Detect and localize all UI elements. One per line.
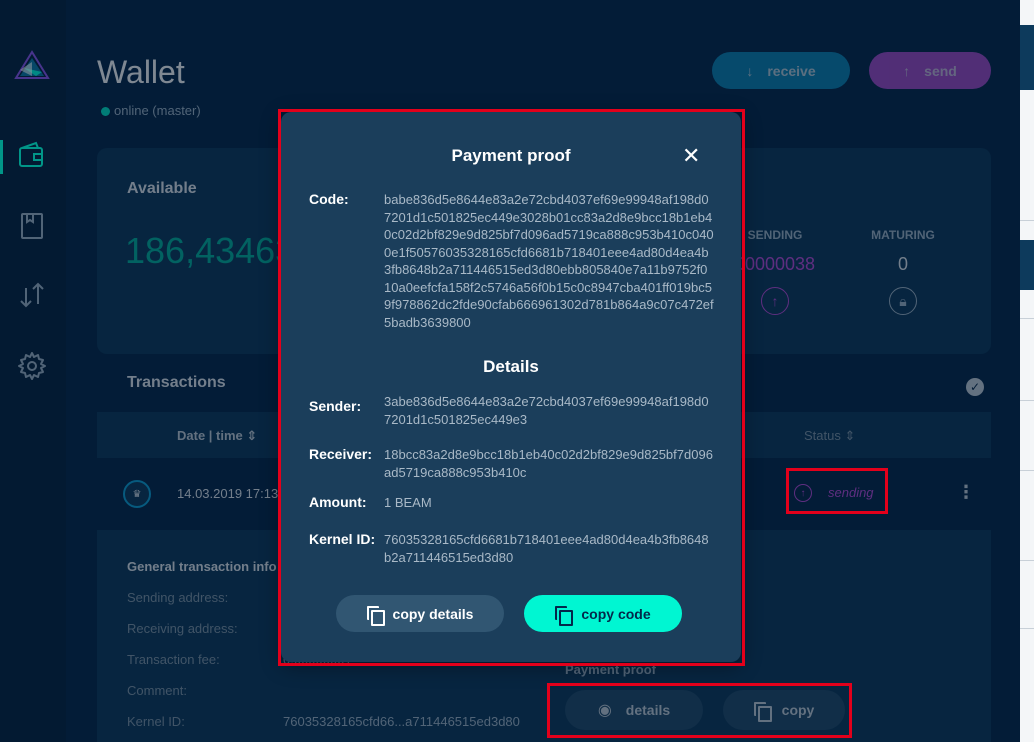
code-value: babe836d5e8644e83a2e72cbd4037ef69e99948a… bbox=[384, 192, 714, 330]
copy-details-label: copy details bbox=[392, 605, 474, 622]
background-block bbox=[1020, 240, 1034, 290]
sender-label: Sender: bbox=[309, 398, 362, 414]
details-section-title: Details bbox=[483, 357, 539, 376]
background-divider bbox=[1020, 220, 1034, 221]
copy-icon bbox=[366, 605, 385, 626]
kernel-label: Kernel ID: bbox=[309, 531, 376, 547]
sender-value: 3abe836d5e8644e83a2e72cbd4037ef69e99948a… bbox=[384, 394, 709, 427]
wallet-app: Wallet online (master) ↓ receive ↑ send … bbox=[0, 0, 1020, 742]
amount-value: 1 BEAM bbox=[384, 495, 432, 510]
amount-label: Amount: bbox=[309, 494, 367, 510]
payment-proof-dialog: Payment proof ✕ Code: babe836d5e8644e83a… bbox=[281, 112, 741, 662]
close-icon[interactable]: ✕ bbox=[682, 143, 700, 169]
background-divider bbox=[1020, 318, 1034, 319]
copy-details-button[interactable]: copy details bbox=[336, 595, 504, 632]
background-window bbox=[1020, 0, 1034, 742]
background-divider bbox=[1020, 560, 1034, 561]
code-label: Code: bbox=[309, 191, 349, 207]
background-divider bbox=[1020, 628, 1034, 629]
receiver-label: Receiver: bbox=[309, 446, 373, 462]
background-divider bbox=[1020, 470, 1034, 471]
kernel-value: 76035328165cfd6681b718401eee4ad80d4ea4b3… bbox=[384, 532, 709, 565]
receiver-value: 18bcc83a2d8e9bcc18b1eb40c02d2bf829e9d825… bbox=[384, 447, 713, 480]
copy-icon bbox=[555, 605, 574, 626]
background-block bbox=[1020, 25, 1034, 90]
copy-code-label: copy code bbox=[581, 605, 651, 622]
copy-code-button[interactable]: copy code bbox=[524, 595, 682, 632]
background-divider bbox=[1020, 400, 1034, 401]
dialog-title: Payment proof bbox=[451, 146, 571, 165]
